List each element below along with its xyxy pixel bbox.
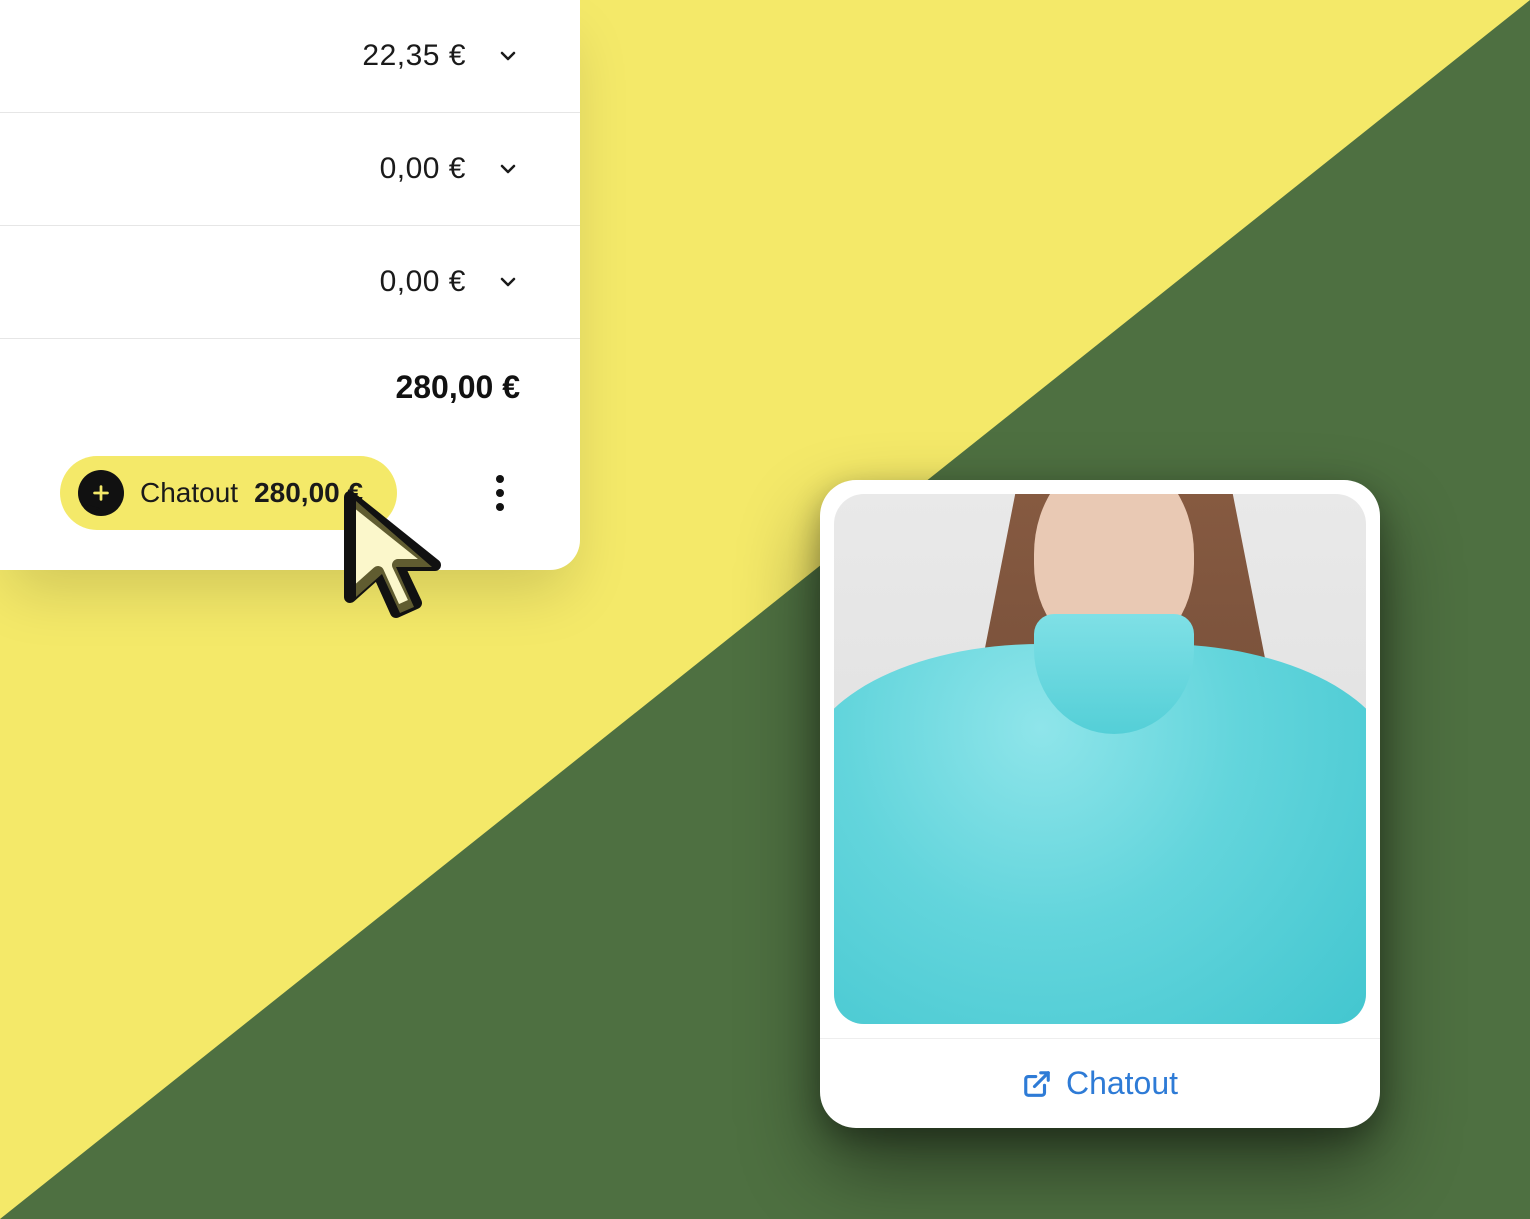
panel-footer: Chatout 280,00 €	[0, 456, 580, 530]
chevron-down-icon	[496, 44, 520, 68]
product-chatout-label: Chatout	[1066, 1065, 1178, 1102]
price-amount: 0,00 €	[380, 265, 466, 299]
chatout-button[interactable]: Chatout 280,00 €	[60, 456, 397, 530]
total-amount: 280,00 €	[0, 339, 580, 456]
product-card: Chatout	[820, 480, 1380, 1128]
product-image	[834, 494, 1366, 1024]
chevron-down-icon	[496, 157, 520, 181]
price-row[interactable]: 22,35 €	[0, 0, 580, 113]
price-panel: 22,35 € 0,00 € 0,00 € 280,00 € Chatout 2…	[0, 0, 580, 570]
price-amount: 0,00 €	[380, 152, 466, 186]
chevron-down-icon	[496, 270, 520, 294]
kebab-icon	[496, 489, 504, 497]
chatout-amount: 280,00 €	[254, 477, 363, 509]
external-link-icon	[1022, 1069, 1052, 1099]
chatout-label: Chatout	[140, 477, 238, 509]
price-amount: 22,35 €	[362, 39, 466, 73]
product-chatout-link[interactable]: Chatout	[820, 1038, 1380, 1128]
price-row[interactable]: 0,00 €	[0, 226, 580, 339]
plus-bubble-icon	[78, 470, 124, 516]
price-row[interactable]: 0,00 €	[0, 113, 580, 226]
more-options-button[interactable]	[480, 473, 520, 513]
